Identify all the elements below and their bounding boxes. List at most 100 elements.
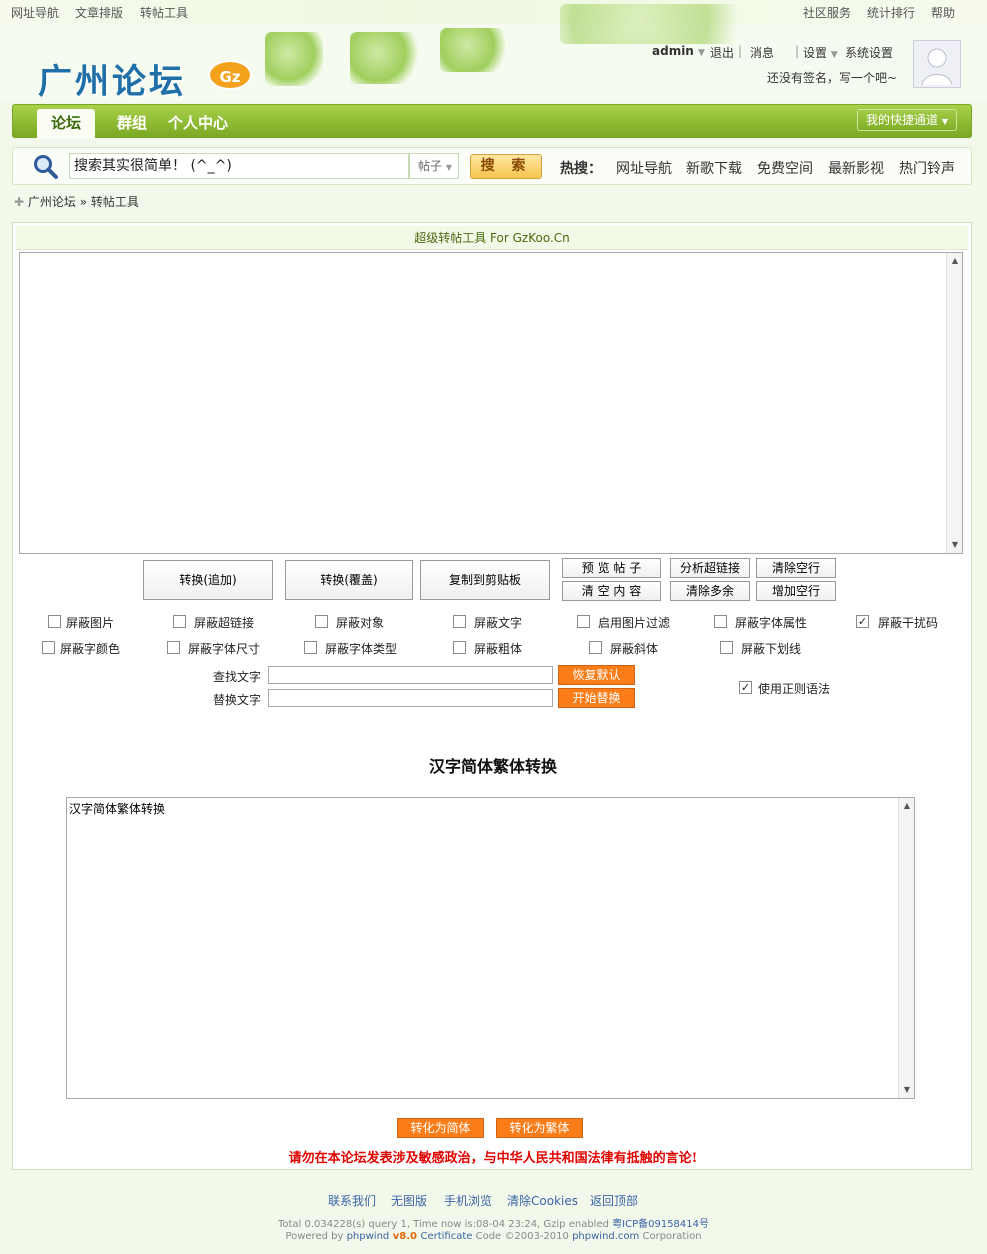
restore-default-button[interactable]: 恢复默认 [558, 665, 635, 685]
hot-search-label: 热搜： [560, 161, 602, 177]
top-link-repost-tool[interactable]: 转帖工具 [140, 4, 188, 21]
chevron-down-icon: ▼ [698, 48, 705, 58]
regex-checkbox[interactable]: ✓ [739, 681, 752, 694]
to-traditional-button[interactable]: 转化为繁体 [496, 1118, 583, 1138]
block-images-checkbox[interactable] [48, 615, 61, 628]
block-bold-label: 屏蔽粗体 [474, 642, 523, 656]
block-links-label: 屏蔽超链接 [194, 616, 255, 630]
signature-link[interactable]: 还没有签名，写一个吧~ [767, 69, 897, 86]
start-replace-button[interactable]: 开始替换 [558, 688, 635, 708]
logout-link[interactable]: 退出 [710, 44, 734, 61]
add-empty-lines-button[interactable]: 增加空行 [756, 581, 836, 601]
leaf-decoration-3 [440, 28, 508, 72]
scrollbar[interactable]: ▲ ▼ [898, 798, 914, 1098]
footer-mobile-link[interactable]: 手机浏览 [444, 1192, 492, 1209]
repost-tool-panel: 超级转帖工具 For GzKoo.Cn ▲ ▼ 转换(追加) 转换(覆盖) 复制… [12, 222, 972, 1170]
breadcrumb: ✚ 广州论坛 » 转帖工具 [14, 193, 139, 210]
block-italic-checkbox[interactable] [589, 641, 602, 654]
converter-textarea[interactable]: 汉字简体繁体转换 ▲ ▼ [66, 797, 915, 1099]
icp-link[interactable]: 粤ICP备09158414号 [612, 1219, 709, 1230]
username-menu[interactable]: admin ▼ [652, 44, 705, 58]
tab-personal-center[interactable]: 个人中心 [165, 109, 231, 139]
top-link-stats[interactable]: 统计排行 [867, 4, 915, 21]
block-font-size-checkbox[interactable] [167, 641, 180, 654]
search-type-select[interactable]: 帖子 ▼ [409, 153, 459, 179]
remove-empty-lines-button[interactable]: 清除空行 [756, 558, 836, 578]
regex-label: 使用正则语法 [758, 682, 831, 696]
block-objects-checkbox[interactable] [315, 615, 328, 628]
messages-link[interactable]: 消息 [750, 44, 774, 61]
find-input[interactable] [268, 666, 553, 684]
system-settings-link[interactable]: 系统设置 [845, 44, 893, 61]
footer-contact-link[interactable]: 联系我们 [328, 1192, 376, 1209]
block-objects-label: 屏蔽对象 [336, 616, 385, 630]
analyze-links-button[interactable]: 分析超链接 [670, 558, 750, 578]
certificate-link[interactable]: Certificate [420, 1231, 472, 1242]
scrollbar[interactable]: ▲ ▼ [946, 253, 962, 553]
hot-link-nav[interactable]: 网址导航 [616, 158, 672, 178]
block-font-attr-checkbox[interactable] [714, 615, 727, 628]
block-noise-label: 屏蔽干扰码 [878, 616, 939, 630]
block-font-color-checkbox[interactable] [42, 641, 55, 654]
footer-stats: Total 0.034228(s) query 1, Time now is:0… [277, 1219, 710, 1230]
leaf-decoration-2 [350, 32, 418, 84]
footer-clear-cookies-link[interactable]: 清除Cookies [507, 1192, 578, 1209]
search-icon[interactable] [33, 154, 59, 180]
separator: | [738, 44, 743, 58]
scroll-up-icon[interactable]: ▲ [899, 798, 914, 814]
block-bold-checkbox[interactable] [453, 641, 466, 654]
block-font-type-label: 屏蔽字体类型 [325, 642, 398, 656]
tab-groups[interactable]: 群组 [109, 109, 155, 139]
block-noise-checkbox[interactable]: ✓ [856, 615, 869, 628]
copy-clipboard-button[interactable]: 复制到剪贴板 [420, 560, 550, 600]
replace-input[interactable] [268, 689, 553, 707]
clear-content-button[interactable]: 清 空 内 容 [562, 581, 661, 601]
forum-logo[interactable]: 广州论坛 [38, 54, 186, 103]
top-link-nav[interactable]: 网址导航 [11, 4, 59, 21]
hot-link-songs[interactable]: 新歌下载 [686, 158, 742, 178]
breadcrumb-home[interactable]: 广州论坛 [28, 195, 76, 209]
settings-menu[interactable]: 设置 ▼ [803, 44, 838, 61]
search-bar: 搜索其实很简单！ (^_^) 帖子 ▼ 搜 索 热搜： 网址导航 新歌下载 免费… [12, 147, 972, 185]
chevron-down-icon: ▼ [941, 117, 948, 126]
chevron-down-icon: ▼ [445, 163, 452, 172]
scroll-down-icon[interactable]: ▼ [899, 1082, 914, 1098]
avatar[interactable] [913, 40, 961, 88]
source-textarea[interactable]: ▲ ▼ [19, 252, 963, 554]
tab-forum[interactable]: 论坛 [37, 109, 95, 139]
phpwind-link[interactable]: phpwind [347, 1231, 390, 1242]
panel-title: 超级转帖工具 For GzKoo.Cn [16, 226, 968, 250]
block-underline-label: 屏蔽下划线 [741, 642, 802, 656]
logo-badge: Gz [208, 60, 252, 90]
block-underline-checkbox[interactable] [720, 641, 733, 654]
footer-back-top-link[interactable]: 返回顶部 [590, 1192, 638, 1209]
breadcrumb-current[interactable]: » 转帖工具 [80, 195, 139, 209]
hot-link-movies[interactable]: 最新影视 [828, 158, 884, 178]
quick-access-button[interactable]: 我的快捷通道 ▼ [857, 109, 957, 131]
block-images-label: 屏蔽图片 [66, 616, 115, 630]
leaf-decoration-1 [265, 32, 323, 86]
preview-post-button[interactable]: 预 览 帖 子 [562, 558, 661, 578]
search-input[interactable]: 搜索其实很简单！ (^_^) [69, 153, 409, 179]
convert-append-button[interactable]: 转换(追加) [143, 560, 273, 600]
hot-link-ringtones[interactable]: 热门铃声 [899, 158, 955, 178]
phpwind-site-link[interactable]: phpwind.com [572, 1231, 639, 1242]
block-font-color-label: 屏蔽字颜色 [60, 642, 121, 656]
plus-icon: ✚ [14, 195, 25, 209]
replace-label: 替换文字 [213, 693, 262, 707]
scroll-down-icon[interactable]: ▼ [947, 537, 962, 553]
top-link-help[interactable]: 帮助 [931, 4, 955, 21]
block-text-checkbox[interactable] [453, 615, 466, 628]
footer-text-version-link[interactable]: 无图版 [391, 1192, 427, 1209]
top-link-article[interactable]: 文章排版 [75, 4, 123, 21]
image-filter-checkbox[interactable] [577, 615, 590, 628]
block-font-type-checkbox[interactable] [304, 641, 317, 654]
block-links-checkbox[interactable] [173, 615, 186, 628]
convert-overwrite-button[interactable]: 转换(覆盖) [285, 560, 413, 600]
scroll-up-icon[interactable]: ▲ [947, 253, 962, 269]
search-button[interactable]: 搜 索 [470, 154, 542, 179]
top-link-community[interactable]: 社区服务 [803, 4, 851, 21]
hot-link-space[interactable]: 免费空间 [757, 158, 813, 178]
to-simplified-button[interactable]: 转化为简体 [397, 1118, 484, 1138]
remove-extra-button[interactable]: 清除多余 [670, 581, 750, 601]
